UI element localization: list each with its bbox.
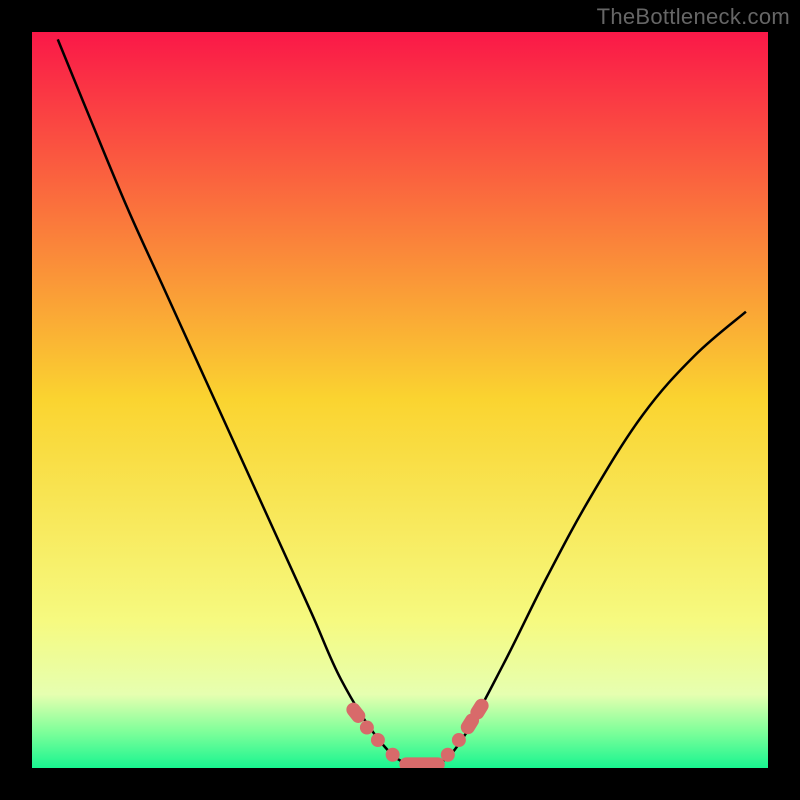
- attribution-label: TheBottleneck.com: [597, 4, 790, 30]
- marker-dot: [452, 733, 466, 747]
- marker-dot: [371, 733, 385, 747]
- bottleneck-plot: [0, 0, 800, 800]
- marker-dot: [441, 748, 455, 762]
- gradient-background: [32, 32, 768, 768]
- marker-dot: [360, 721, 374, 735]
- marker-dot: [386, 748, 400, 762]
- chart-frame: TheBottleneck.com: [0, 0, 800, 800]
